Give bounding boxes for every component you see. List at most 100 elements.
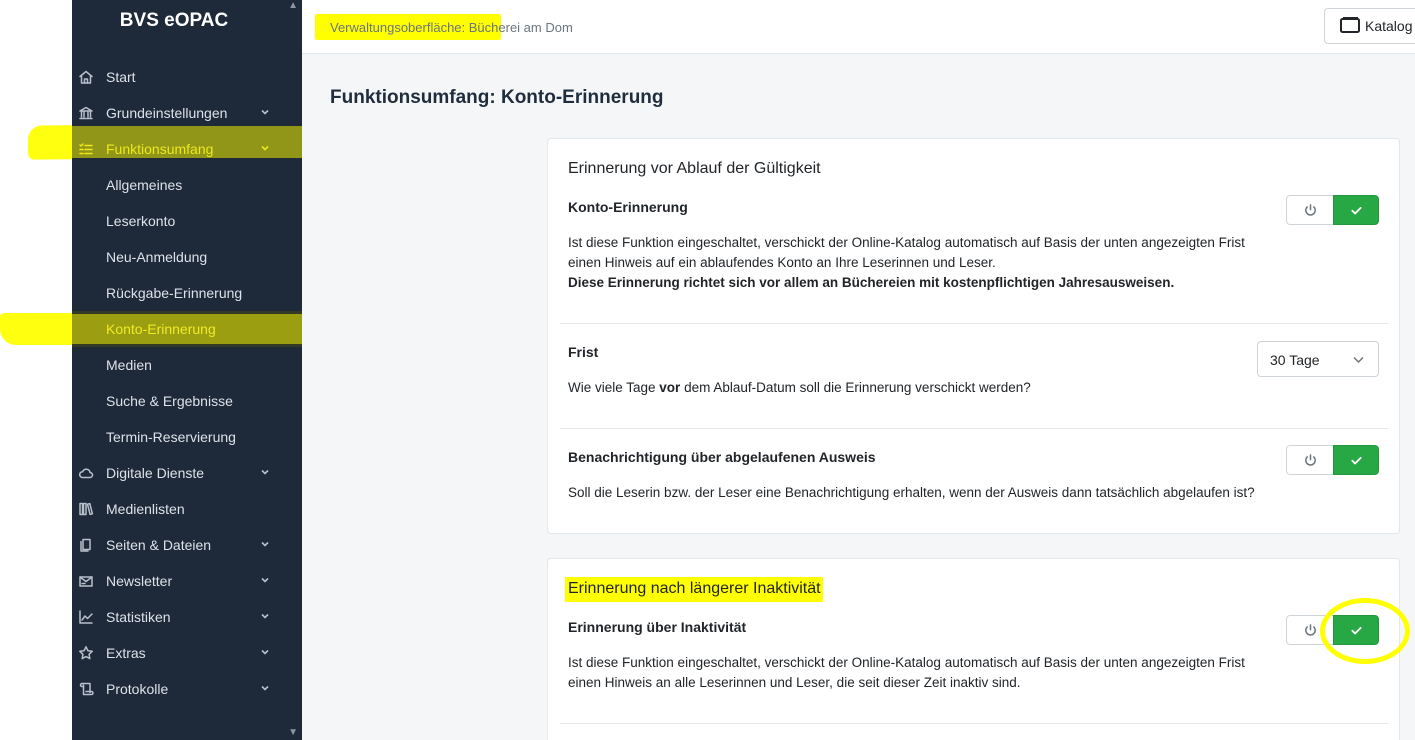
sidebar-item-termin-reservierung[interactable]: Termin-Reservierung bbox=[72, 419, 302, 455]
cloud-icon bbox=[77, 464, 95, 482]
power-icon bbox=[1304, 623, 1316, 636]
sidebar-item-label: Medienlisten bbox=[106, 501, 185, 517]
sidebar-item-label: Seiten & Dateien bbox=[106, 537, 212, 553]
newsletter-icon bbox=[77, 572, 95, 590]
sidebar-item-label: Rückgabe-Erinnerung bbox=[106, 285, 243, 301]
sidebar-item-grundeinstellungen[interactable]: Grundeinstellungen bbox=[72, 95, 302, 131]
sidebar-item-label: Konto-Erinnerung bbox=[106, 321, 216, 337]
divider bbox=[560, 723, 1388, 724]
sidebar-item-label: Grundeinstellungen bbox=[106, 105, 228, 121]
sidebar-item-statistiken[interactable]: Statistiken bbox=[72, 599, 302, 635]
card-inaktivitaet: Erinnerung nach längerer Inaktivität Eri… bbox=[547, 558, 1400, 740]
sidebar-item-funktionsumfang[interactable]: Funktionsumfang bbox=[72, 131, 302, 167]
sidebar-item-label: Suche & Ergebnisse bbox=[106, 393, 233, 409]
sidebar-item-neu-anmeldung[interactable]: Neu-Anmeldung bbox=[72, 239, 302, 275]
toggle-benachrichtigung[interactable] bbox=[1286, 445, 1379, 475]
frist-select[interactable]: 30 Tage bbox=[1257, 341, 1379, 377]
power-icon bbox=[1304, 453, 1316, 466]
sidebar-item-label: Allgemeines bbox=[106, 177, 183, 193]
chevron-down-icon bbox=[260, 609, 270, 623]
star-icon bbox=[77, 644, 95, 662]
divider bbox=[560, 428, 1388, 429]
chevron-down-icon bbox=[260, 465, 270, 479]
power-icon bbox=[1304, 203, 1316, 216]
monitor-icon bbox=[1340, 17, 1360, 33]
check-icon bbox=[1350, 626, 1362, 634]
description-text: Wie viele Tage bbox=[568, 380, 660, 395]
card-ablauf: Erinnerung vor Ablauf der Gültigkeit Kon… bbox=[547, 138, 1400, 534]
top-bar: Verwaltungsoberfläche: Bücherei am Dom K… bbox=[302, 0, 1415, 54]
sidebar-item-start[interactable]: Start bbox=[72, 59, 302, 95]
description-line: einen Hinweis an alle Leserinnen und Les… bbox=[568, 675, 1021, 690]
setting-description: Soll die Leserin bzw. der Leser eine Ben… bbox=[568, 485, 1255, 500]
setting-title-inaktivitaet: Erinnerung über Inaktivität bbox=[568, 619, 747, 635]
home-icon bbox=[77, 68, 95, 86]
chevron-down-icon bbox=[260, 141, 270, 155]
chevron-down-icon bbox=[260, 573, 270, 587]
description-text: dem Ablauf-Datum soll die Erinnerung ver… bbox=[680, 380, 1031, 395]
scroll-up-icon[interactable]: ▲ bbox=[288, 0, 298, 11]
toggle-off-button[interactable] bbox=[1286, 445, 1333, 475]
katalog-label: Katalog bbox=[1365, 18, 1413, 34]
sidebar-nav: Start Grundeinstellungen Funktionsumfang… bbox=[72, 59, 302, 707]
toggle-off-button[interactable] bbox=[1286, 615, 1333, 645]
sidebar-item-medienlisten[interactable]: Medienlisten bbox=[72, 491, 302, 527]
scroll-down-icon[interactable]: ▼ bbox=[288, 727, 298, 738]
scroll-icon bbox=[77, 680, 95, 698]
toggle-off-button[interactable] bbox=[1286, 195, 1333, 225]
sidebar-item-leserkonto[interactable]: Leserkonto bbox=[72, 203, 302, 239]
frist-selected-value: 30 Tage bbox=[1270, 352, 1320, 368]
sidebar: BVS eOPAC ▲ Start Grundeinstellungen Fun… bbox=[72, 0, 302, 740]
sidebar-item-label: Statistiken bbox=[106, 609, 171, 625]
setting-description: Ist diese Funktion eingeschaltet, versch… bbox=[568, 653, 1288, 693]
toggle-konto-erinnerung[interactable] bbox=[1286, 195, 1379, 225]
setting-description: Wie viele Tage vor dem Ablauf-Datum soll… bbox=[568, 378, 1288, 398]
card-title: Erinnerung nach längerer Inaktivität bbox=[568, 580, 821, 597]
katalog-button[interactable]: Katalog bbox=[1324, 8, 1415, 44]
sidebar-item-extras[interactable]: Extras bbox=[72, 635, 302, 671]
sidebar-item-digitale-dienste[interactable]: Digitale Dienste bbox=[72, 455, 302, 491]
sidebar-item-label: Medien bbox=[106, 357, 152, 373]
chevron-down-icon bbox=[260, 537, 270, 551]
chevron-down-icon bbox=[260, 105, 270, 119]
setting-title-konto-erinnerung: Konto-Erinnerung bbox=[568, 199, 688, 215]
sidebar-item-medien[interactable]: Medien bbox=[72, 347, 302, 383]
toggle-inaktivitaet[interactable] bbox=[1286, 615, 1379, 645]
page-context-title: Verwaltungsoberfläche: Bücherei am Dom bbox=[330, 20, 573, 35]
sidebar-item-label: Newsletter bbox=[106, 573, 173, 589]
app-brand: BVS eOPAC bbox=[119, 10, 229, 31]
description-bold: Diese Erinnerung richtet sich vor allem … bbox=[568, 275, 1175, 290]
books-icon bbox=[77, 500, 95, 518]
sidebar-item-newsletter[interactable]: Newsletter bbox=[72, 563, 302, 599]
description-line: Ist diese Funktion eingeschaltet, versch… bbox=[568, 235, 1245, 250]
chevron-down-icon bbox=[1353, 356, 1364, 364]
sidebar-item-protokolle[interactable]: Protokolle bbox=[72, 671, 302, 707]
sidebar-item-label: Termin-Reservierung bbox=[106, 429, 236, 445]
sidebar-item-rueckgabe-erinnerung[interactable]: Rückgabe-Erinnerung bbox=[72, 275, 302, 311]
main-content: Funktionsumfang: Konto-Erinnerung Erinne… bbox=[302, 54, 1415, 740]
description-line: einen Hinweis auf ein ablaufendes Konto … bbox=[568, 255, 996, 270]
toggle-on-button[interactable] bbox=[1333, 445, 1379, 475]
card-title: Erinnerung vor Ablauf der Gültigkeit bbox=[568, 160, 821, 177]
divider bbox=[560, 323, 1388, 324]
sidebar-item-seiten-dateien[interactable]: Seiten & Dateien bbox=[72, 527, 302, 563]
sidebar-item-label: Start bbox=[106, 69, 136, 85]
sidebar-item-allgemeines[interactable]: Allgemeines bbox=[72, 167, 302, 203]
sidebar-item-label: Funktionsumfang bbox=[106, 141, 214, 157]
chevron-down-icon bbox=[260, 645, 270, 659]
sidebar-item-konto-erinnerung[interactable]: Konto-Erinnerung bbox=[72, 311, 302, 347]
toggle-on-button[interactable] bbox=[1333, 195, 1379, 225]
setting-title-frist: Frist bbox=[568, 344, 599, 360]
sidebar-item-label: Extras bbox=[106, 645, 146, 661]
list-check-icon bbox=[77, 140, 95, 158]
sidebar-item-suche-ergebnisse[interactable]: Suche & Ergebnisse bbox=[72, 383, 302, 419]
bank-icon bbox=[77, 104, 95, 122]
setting-description: Ist diese Funktion eingeschaltet, versch… bbox=[568, 233, 1288, 293]
sidebar-item-label: Digitale Dienste bbox=[106, 465, 205, 481]
sidebar-item-label: Protokolle bbox=[106, 681, 169, 697]
sidebar-item-label: Leserkonto bbox=[106, 213, 176, 229]
chevron-down-icon bbox=[260, 681, 270, 695]
description-bold: vor bbox=[659, 380, 681, 395]
toggle-on-button[interactable] bbox=[1333, 615, 1379, 645]
files-icon bbox=[77, 536, 95, 554]
